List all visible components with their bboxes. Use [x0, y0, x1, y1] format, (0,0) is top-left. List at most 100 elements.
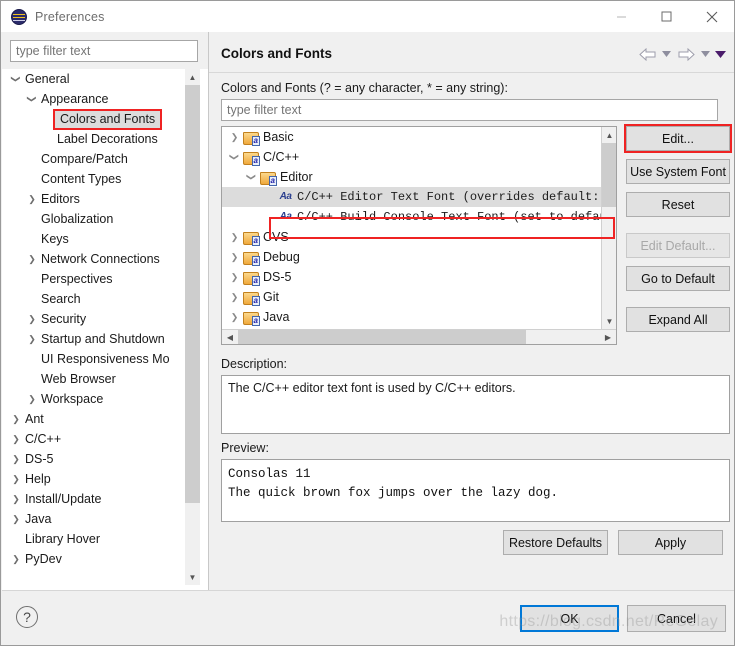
font-tree-row[interactable]: ❯ Basic: [222, 127, 602, 147]
sidebar-item-label: Help: [25, 472, 51, 486]
sidebar-vertical-scrollbar[interactable]: ▲ ▼: [185, 69, 200, 585]
chevron-right-icon[interactable]: ❯: [24, 249, 40, 269]
help-question-icon[interactable]: ?: [16, 606, 38, 628]
font-tree-row[interactable]: ❯ Java: [222, 307, 602, 327]
font-tree-row-label: C/C++ Build Console Text Font (set to de…: [297, 210, 617, 224]
fonts-tree-horizontal-scrollbar[interactable]: ◀ ▶: [222, 329, 616, 344]
edit-button[interactable]: Edit...: [626, 126, 730, 151]
forward-arrow-icon[interactable]: [675, 44, 697, 64]
colors-and-fonts-tree[interactable]: ❯Basic❯C/C++❯EditorAaC/C++ Editor Text F…: [221, 126, 617, 345]
font-tree-row[interactable]: ❯ Editor: [222, 167, 602, 187]
scrollbar-thumb[interactable]: [238, 330, 526, 344]
scrollbar-thumb[interactable]: [185, 85, 200, 503]
sidebar-item-help[interactable]: ❯ Help: [2, 469, 208, 489]
sidebar-item-library-hover[interactable]: Library Hover: [2, 529, 208, 549]
sidebar-item-general[interactable]: ❯ General: [2, 69, 208, 89]
chevron-right-icon[interactable]: ❯: [8, 489, 24, 509]
font-tree-row[interactable]: ❯ Git: [222, 287, 602, 307]
sidebar-item-colors-and-fonts[interactable]: Colors and Fonts: [2, 108, 208, 130]
scroll-down-arrow-icon[interactable]: ▼: [185, 569, 200, 585]
ok-button[interactable]: OK: [520, 605, 619, 632]
sidebar-tree[interactable]: ❯ General ❯ Appearance Colors and Fonts Label…: [2, 69, 208, 609]
font-tree-row[interactable]: ❯ CVS: [222, 227, 602, 247]
font-tree-row[interactable]: Aa C/C++ Build Console Text Font (set to …: [222, 207, 616, 227]
sidebar-item-ui-responsiveness-mo[interactable]: UI Responsiveness Mo: [2, 349, 208, 369]
chevron-right-icon[interactable]: ❯: [8, 409, 24, 429]
sidebar-item-pydev[interactable]: ❯ PyDev: [2, 549, 208, 569]
restore-defaults-button[interactable]: Restore Defaults: [503, 530, 608, 555]
chevron-right-icon[interactable]: ❯: [8, 449, 24, 469]
chevron-down-icon[interactable]: ❯: [242, 169, 262, 186]
sidebar-item-network-connections[interactable]: ❯ Network Connections: [2, 249, 208, 269]
page-menu-chevron-down-filled-icon[interactable]: [714, 44, 727, 64]
chevron-right-icon[interactable]: ❯: [226, 127, 243, 147]
chevron-right-icon[interactable]: ❯: [226, 227, 243, 247]
sidebar-item-c-c[interactable]: ❯ C/C++: [2, 429, 208, 449]
forward-history-chevron-down-icon[interactable]: [699, 44, 712, 64]
sidebar-item-workspace[interactable]: ❯ Workspace: [2, 389, 208, 409]
sidebar-item-startup-and-shutdown[interactable]: ❯ Startup and Shutdown: [2, 329, 208, 349]
sidebar-item-search[interactable]: Search: [2, 289, 208, 309]
scroll-right-arrow-icon[interactable]: ▶: [600, 330, 616, 345]
back-arrow-icon[interactable]: [636, 44, 658, 64]
sidebar-item-globalization[interactable]: Globalization: [2, 209, 208, 229]
reset-button[interactable]: Reset: [626, 192, 730, 217]
chevron-right-icon[interactable]: ❯: [8, 509, 24, 529]
sidebar-item-editors[interactable]: ❯ Editors: [2, 189, 208, 209]
cancel-button[interactable]: Cancel: [627, 605, 726, 632]
minimize-button[interactable]: [599, 1, 644, 32]
chevron-right-icon[interactable]: ❯: [8, 549, 24, 569]
close-button[interactable]: [689, 1, 734, 32]
chevron-right-icon[interactable]: ❯: [226, 267, 243, 287]
font-tree-row[interactable]: ❯ Debug: [222, 247, 602, 267]
sidebar-item-web-browser[interactable]: Web Browser: [2, 369, 208, 389]
expand-all-button[interactable]: Expand All: [626, 307, 730, 332]
back-history-chevron-down-icon[interactable]: [660, 44, 673, 64]
sidebar-item-ds-5[interactable]: ❯ DS-5: [2, 449, 208, 469]
sidebar-item-java[interactable]: ❯ Java: [2, 509, 208, 529]
font-tree-row[interactable]: ❯ DS-5: [222, 267, 602, 287]
chevron-right-icon[interactable]: ❯: [24, 389, 40, 409]
sidebar-filter-input[interactable]: [10, 40, 198, 62]
go-to-default-button[interactable]: Go to Default: [626, 266, 730, 291]
sidebar-item-ant[interactable]: ❯ Ant: [2, 409, 208, 429]
font-tree-row-label: DS-5: [263, 270, 292, 284]
sidebar-item-label-decorations[interactable]: Label Decorations: [2, 129, 208, 149]
chevron-right-icon[interactable]: ❯: [8, 469, 24, 489]
font-tree-row-label: Java: [263, 310, 290, 324]
sidebar-item-security[interactable]: ❯ Security: [2, 309, 208, 329]
chevron-right-icon[interactable]: ❯: [226, 247, 243, 267]
sidebar-item-perspectives[interactable]: Perspectives: [2, 269, 208, 289]
sidebar-item-install-update[interactable]: ❯ Install/Update: [2, 489, 208, 509]
chevron-down-icon[interactable]: ❯: [22, 91, 42, 107]
scroll-down-arrow-icon[interactable]: ▼: [602, 313, 616, 329]
maximize-button[interactable]: [644, 1, 689, 32]
sidebar-item-label: Editors: [41, 192, 80, 206]
chevron-down-icon[interactable]: ❯: [225, 149, 245, 166]
chevron-right-icon[interactable]: ❯: [24, 329, 40, 349]
folder-font-icon: [243, 250, 260, 266]
scroll-up-arrow-icon[interactable]: ▲: [602, 127, 616, 143]
chevron-right-icon[interactable]: ❯: [226, 287, 243, 307]
font-tree-row-label: C/C++ Editor Text Font (overrides defaul…: [297, 190, 600, 204]
sidebar-item-keys[interactable]: Keys: [2, 229, 208, 249]
chevron-right-icon[interactable]: ❯: [24, 309, 40, 329]
sidebar-item-label: Content Types: [41, 172, 122, 186]
fonts-tree-vertical-scrollbar[interactable]: ▲ ▼: [601, 127, 616, 329]
font-tree-row[interactable]: ❯ C/C++: [222, 147, 602, 167]
use-system-font-button[interactable]: Use System Font: [626, 159, 730, 184]
scroll-left-arrow-icon[interactable]: ◀: [222, 330, 238, 345]
chevron-right-icon[interactable]: ❯: [8, 429, 24, 449]
font-tree-row[interactable]: Aa C/C++ Editor Text Font (overrides defa…: [222, 187, 602, 207]
scrollbar-thumb[interactable]: [602, 143, 616, 207]
chevron-down-icon[interactable]: ❯: [6, 71, 26, 87]
chevron-right-icon[interactable]: ❯: [226, 307, 243, 327]
apply-button[interactable]: Apply: [618, 530, 723, 555]
sidebar-item-compare-patch[interactable]: Compare/Patch: [2, 149, 208, 169]
sidebar-item-appearance[interactable]: ❯ Appearance: [2, 89, 208, 109]
sidebar-item-content-types[interactable]: Content Types: [2, 169, 208, 189]
chevron-right-icon[interactable]: ❯: [24, 189, 40, 209]
scroll-up-arrow-icon[interactable]: ▲: [185, 69, 200, 85]
fonts-filter-input[interactable]: [221, 99, 718, 121]
